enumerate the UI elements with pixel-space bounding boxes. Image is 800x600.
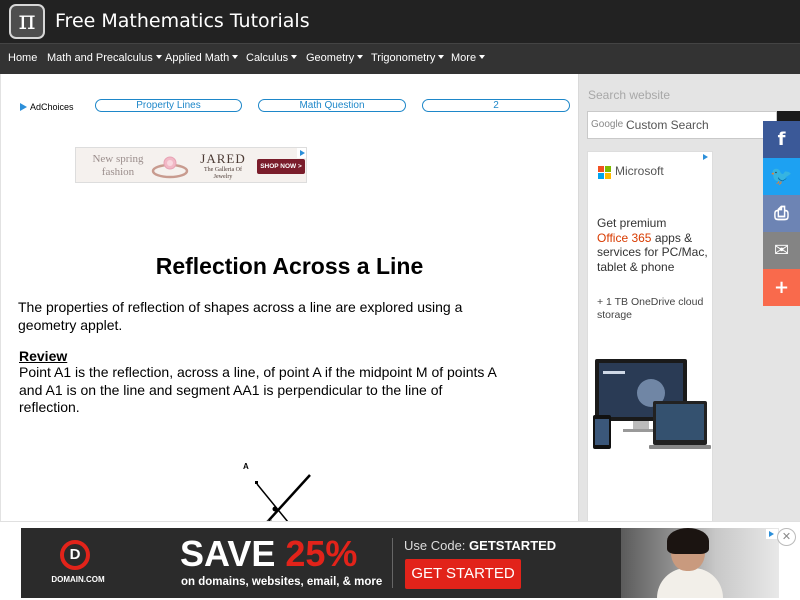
adchoices-link[interactable]: AdChoices <box>20 101 74 113</box>
nav-item-label: Geometry <box>306 52 355 64</box>
ms-ad-onedrive: + 1 TB OneDrive cloud storage <box>597 296 704 321</box>
ms-ad-line1: Get premium <box>597 216 667 230</box>
share-facebook-button[interactable]: f <box>763 121 800 158</box>
nav-item-label: Calculus <box>246 52 289 64</box>
print-icon: ⎙ <box>774 203 789 224</box>
nav-item-more[interactable]: More <box>451 44 486 74</box>
photo-hair <box>667 528 709 554</box>
banner-photo <box>621 528 779 598</box>
caret-down-icon <box>357 55 364 59</box>
email-icon: ✉ <box>773 240 790 261</box>
search-input[interactable]: Google Custom Search <box>587 111 777 139</box>
domain-logo: D DOMAIN.COM <box>39 540 117 590</box>
main-nav: Home Math and Precalculus Applied Math C… <box>0 43 800 74</box>
adchoices-icon <box>20 103 27 111</box>
search-placeholder: Custom Search <box>626 118 709 132</box>
midpoint-m <box>272 506 278 512</box>
intro-paragraph: The properties of reflection of shapes a… <box>18 299 463 333</box>
microsoft-brand: Microsoft <box>615 164 664 178</box>
nav-item-label: Trigonometry <box>371 52 436 64</box>
save-word: SAVE <box>180 533 286 574</box>
nav-item-calculus[interactable]: Calculus <box>246 44 298 74</box>
reflection-diagram: A M <box>243 462 311 526</box>
adchoices-icon[interactable] <box>700 152 710 162</box>
jared-ad[interactable]: New spring fashion JARED The Galleria Of… <box>75 147 307 183</box>
review-paragraph: Point A1 is the reflection, across a lin… <box>19 364 497 415</box>
devices-image <box>593 359 711 449</box>
caret-down-icon <box>291 55 298 59</box>
caret-down-icon <box>479 55 486 59</box>
save-headline: SAVE 25% <box>180 534 357 574</box>
nav-item-label: More <box>451 52 477 64</box>
review-heading: Review <box>19 348 68 364</box>
plus-icon: + <box>773 277 790 298</box>
share-twitter-button[interactable]: 🐦 <box>763 158 800 195</box>
nav-item-label: Home <box>8 52 38 64</box>
google-logo: Google <box>591 119 624 130</box>
nav-item-trigonometry[interactable]: Trigonometry <box>371 44 445 74</box>
search-label: Search website <box>588 88 671 102</box>
nav-item-math-precalculus[interactable]: Math and Precalculus <box>47 44 162 74</box>
ad-link-math-question[interactable]: Math Question <box>258 99 406 112</box>
domain-logo-icon: D <box>60 540 90 570</box>
ad-link-property-lines[interactable]: Property Lines <box>95 99 242 112</box>
share-email-button[interactable]: ✉ <box>763 232 800 269</box>
nav-item-home[interactable]: Home <box>8 44 37 74</box>
share-more-button[interactable]: + <box>763 269 800 306</box>
domain-brand-name: DOMAIN.COM <box>51 575 105 584</box>
point-a <box>255 481 258 484</box>
ad-headline: New spring fashion <box>92 153 144 178</box>
microsoft-ad[interactable]: Microsoft Get premium Office 365 apps & … <box>587 151 713 526</box>
promo-code-prefix: Use Code: <box>404 538 470 553</box>
caret-down-icon <box>232 55 239 59</box>
promo-code-value: GETSTARTED <box>469 538 557 553</box>
shop-now-button[interactable]: SHOP NOW > <box>257 159 305 174</box>
site-title[interactable]: Free Mathematics Tutorials <box>55 8 310 34</box>
site-logo[interactable]: π <box>9 4 45 39</box>
caret-down-icon <box>155 55 162 59</box>
domain-com-ad[interactable]: D DOMAIN.COM SAVE 25% on domains, websit… <box>21 528 779 598</box>
page-title: Reflection Across a Line <box>155 253 424 279</box>
adchoices-label: AdChoices <box>30 102 74 112</box>
caret-down-icon <box>438 55 445 59</box>
promo-code: Use Code: GETSTARTED <box>404 538 556 553</box>
nav-item-label: Applied Math <box>165 52 230 64</box>
nav-item-applied-math[interactable]: Applied Math <box>165 44 239 74</box>
save-subtext: on domains, websites, email, & more <box>181 576 383 588</box>
photo-body <box>657 568 723 598</box>
ring-image <box>151 156 189 179</box>
office-365-highlight: Office 365 <box>597 230 652 245</box>
microsoft-logo-icon <box>598 166 611 179</box>
label-point-a: A <box>243 462 249 471</box>
twitter-icon: 🐦 <box>770 166 793 187</box>
ad-link-2[interactable]: 2 <box>422 99 570 112</box>
jared-tagline: The Galleria Of Jewelry <box>204 167 242 180</box>
site-header: π Free Mathematics Tutorials <box>0 0 800 43</box>
get-started-button[interactable]: GET STARTED <box>405 559 521 589</box>
banner-divider <box>392 538 393 588</box>
ms-ad-copy: Get premium Office 365 apps & services f… <box>597 216 709 274</box>
share-print-button[interactable]: ⎙ <box>763 195 800 232</box>
nav-item-label: Math and Precalculus <box>47 52 153 64</box>
nav-item-geometry[interactable]: Geometry <box>306 44 364 74</box>
save-percent: 25% <box>285 533 358 574</box>
jared-logo: JARED <box>200 151 246 166</box>
facebook-icon: f <box>777 129 786 150</box>
close-icon[interactable]: ✕ <box>777 528 796 546</box>
adchoices-icon[interactable] <box>297 148 306 158</box>
